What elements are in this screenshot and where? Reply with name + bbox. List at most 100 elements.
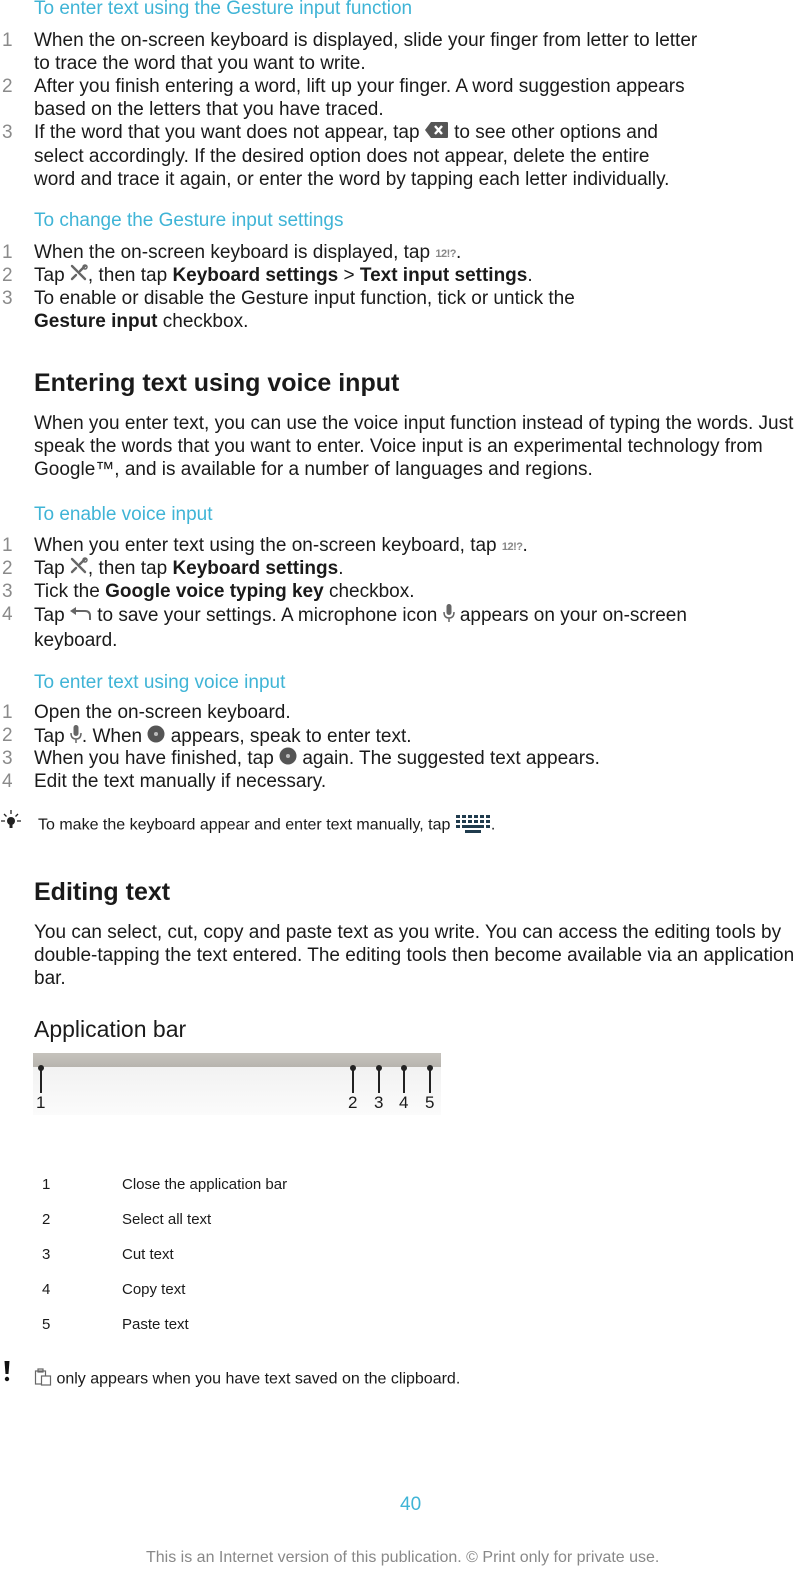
back-icon [69, 605, 92, 628]
step-number: 2 [2, 725, 13, 746]
step-number: 1 [2, 30, 13, 51]
step-number: 3 [2, 122, 13, 143]
step-text: When you have finished, tap [34, 748, 274, 770]
symbols-key-icon: 12!? [435, 248, 456, 260]
legend-number: 3 [42, 1246, 51, 1263]
step-text: When you enter text using the on-screen … [34, 535, 497, 556]
tip-text: To make the keyboard appear and enter te… [38, 813, 495, 838]
step-text: To enable or disable the Gesture input f… [34, 288, 575, 309]
callout-label: 2 [348, 1093, 358, 1112]
step-text: When the on-screen keyboard is displayed… [34, 30, 698, 51]
step-number: 2 [2, 265, 13, 286]
legend-description: Paste text [122, 1316, 189, 1333]
legend-number: 5 [42, 1316, 51, 1333]
step-text: select accordingly. If the desired optio… [34, 146, 650, 167]
warning-icon [3, 1360, 11, 1387]
heading-voice-input: Entering text using voice input [34, 369, 400, 397]
step-text: to trace the word that you want to write… [34, 53, 366, 74]
page-number: 40 [400, 1494, 422, 1515]
step-text: If the word that you want does not appea… [34, 122, 420, 144]
step-text: Tap [34, 605, 65, 627]
recording-button-icon [279, 747, 297, 771]
step-text: . [522, 535, 528, 556]
step-text: appears on your on-screen [459, 605, 687, 627]
legend-number: 1 [42, 1176, 51, 1193]
step-number: 4 [2, 771, 13, 792]
legend-number: 4 [42, 1281, 51, 1298]
setting-name: Gesture input [34, 311, 158, 332]
step-text: to save your settings. A microphone icon [97, 605, 438, 627]
step-text: When the on-screen keyboard is displayed… [34, 242, 431, 263]
step-text: checkbox. [328, 581, 415, 602]
step-number: 4 [2, 604, 13, 625]
note-text-body: only appears when you have text saved on… [56, 1370, 461, 1388]
tools-icon [70, 264, 88, 288]
step-number: 3 [2, 748, 13, 769]
step-text: , then tap [87, 558, 168, 580]
callout-dot-2 [350, 1065, 356, 1071]
legend-description: Close the application bar [122, 1176, 288, 1193]
step-number: 2 [2, 76, 13, 97]
step-text: Edit the text manually if necessary. [34, 771, 327, 792]
step-text: to see other options and [454, 122, 658, 144]
step-text: keyboard. [34, 630, 118, 651]
setting-name: Google voice typing key [105, 581, 324, 602]
step-number: 3 [2, 581, 13, 602]
step-text: . [338, 558, 344, 580]
step-text: Tick the [34, 581, 100, 602]
footer-notice: This is an Internet version of this publ… [146, 1549, 660, 1566]
note-text: only appears when you have text saved on… [34, 1368, 460, 1391]
tip-text-end: . [490, 816, 496, 834]
legend-number: 2 [42, 1211, 51, 1228]
step-number: 2 [2, 558, 13, 579]
step-text: checkbox. [162, 311, 249, 332]
symbols-key-icon: 12!? [501, 541, 523, 553]
recording-button-icon [147, 725, 165, 749]
step-text: Tap [34, 265, 65, 287]
tip-text-body: To make the keyboard appear and enter te… [38, 816, 451, 834]
step-text: again. The suggested text appears. [302, 748, 600, 770]
step-number: 1 [2, 535, 13, 556]
paste-icon [34, 1368, 52, 1391]
separator: > [343, 265, 355, 287]
legend-description: Copy text [122, 1281, 186, 1298]
step-text: . [455, 242, 462, 263]
microphone-icon [442, 603, 455, 629]
step-number: 1 [2, 242, 13, 263]
legend-description: Select all text [122, 1211, 212, 1228]
legend-description: Cut text [122, 1246, 174, 1263]
section-title-voice-enter: To enter text using voice input [34, 672, 286, 693]
menu-path-keyboard-settings: Keyboard settings [172, 558, 339, 580]
step-text: Open the on-screen keyboard. [34, 702, 291, 723]
step-text: appears, speak to enter text. [170, 726, 412, 748]
step-text: Tap [34, 726, 65, 748]
editing-intro-paragraph: You can select, cut, copy and paste text… [34, 922, 795, 989]
section-title-gesture-settings: To change the Gesture input settings [34, 210, 344, 231]
tools-icon [70, 557, 88, 581]
callout-label: 3 [374, 1093, 384, 1112]
menu-path-keyboard-settings: Keyboard settings [172, 265, 339, 287]
step-number: 3 [2, 288, 13, 309]
step-text: word and trace it again, or enter the wo… [34, 169, 670, 190]
application-bar-illustration: 1 2 3 4 5 [33, 1053, 441, 1115]
callout-dot-5 [427, 1065, 433, 1071]
step-text: . [527, 265, 533, 287]
callout-dot-3 [376, 1065, 382, 1071]
section-title-voice-enable: To enable voice input [34, 504, 213, 525]
callout-label: 5 [425, 1093, 435, 1112]
callout-dot-1 [38, 1065, 44, 1071]
callout-dot-4 [401, 1065, 407, 1071]
voice-intro-paragraph: When you enter text, you can use the voi… [34, 413, 794, 480]
step-number: 1 [2, 702, 13, 723]
section-title-gesture-enter: To enter text using the Gesture input fu… [34, 0, 413, 19]
heading-application-bar: Application bar [34, 1016, 187, 1042]
backspace-icon [424, 121, 449, 145]
tip-icon [0, 810, 22, 835]
step-text: based on the letters that you have trace… [34, 99, 384, 120]
heading-editing-text: Editing text [34, 878, 171, 906]
step-text: After you finish entering a word, lift u… [34, 76, 685, 97]
callout-label: 1 [36, 1093, 46, 1112]
step-text: . When [81, 726, 143, 748]
callout-label: 4 [399, 1093, 409, 1112]
step-text: , then tap [87, 265, 168, 287]
